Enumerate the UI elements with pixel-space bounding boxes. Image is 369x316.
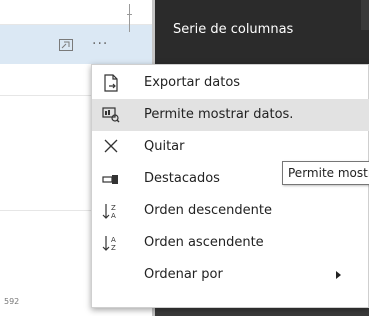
- menu-item-label: Ordenar por: [144, 267, 223, 282]
- svg-text:Z: Z: [111, 204, 116, 212]
- show-data-icon: [102, 107, 120, 123]
- panel-title: Serie de columnas: [173, 22, 294, 37]
- panel-scrollbar[interactable]: [361, 0, 369, 30]
- svg-text:A: A: [111, 236, 116, 244]
- menu-item-sort-descending[interactable]: Z A Orden descendente: [92, 195, 369, 227]
- menu-item-label: Destacados: [144, 171, 220, 186]
- menu-item-label: Permite mostrar datos.: [144, 107, 294, 122]
- menu-item-label: Orden ascendente: [144, 235, 264, 250]
- submenu-arrow-icon: [336, 271, 341, 279]
- context-menu: Exportar datos Permite mostrar datos. Qu…: [91, 64, 369, 308]
- panel-row: [155, 308, 369, 316]
- menu-item-remove[interactable]: Quitar: [92, 131, 369, 163]
- menu-item-label: Quitar: [144, 139, 185, 154]
- menu-item-export-data[interactable]: Exportar datos: [92, 67, 369, 99]
- menu-item-sort-ascending[interactable]: A Z Orden ascendente: [92, 227, 369, 259]
- spotlight-icon: [102, 175, 118, 184]
- more-options-icon[interactable]: ···: [92, 37, 122, 53]
- tooltip: Permite mostrar datos.: [282, 161, 369, 185]
- sort-ascending-icon: A Z: [102, 236, 116, 252]
- sort-descending-icon: Z A: [102, 204, 116, 220]
- menu-item-sort-by[interactable]: Ordenar por: [92, 259, 369, 291]
- focus-mode-icon[interactable]: [59, 39, 73, 51]
- drag-handle-icon[interactable]: [127, 4, 132, 32]
- menu-item-label: Exportar datos: [144, 75, 241, 90]
- svg-text:Z: Z: [111, 244, 116, 252]
- export-data-icon: [104, 74, 118, 92]
- svg-text:A: A: [111, 212, 116, 220]
- menu-item-show-data[interactable]: Permite mostrar datos.: [92, 99, 369, 131]
- menu-item-label: Orden descendente: [144, 203, 272, 218]
- value-label: 592: [4, 297, 20, 306]
- close-icon: [104, 139, 118, 153]
